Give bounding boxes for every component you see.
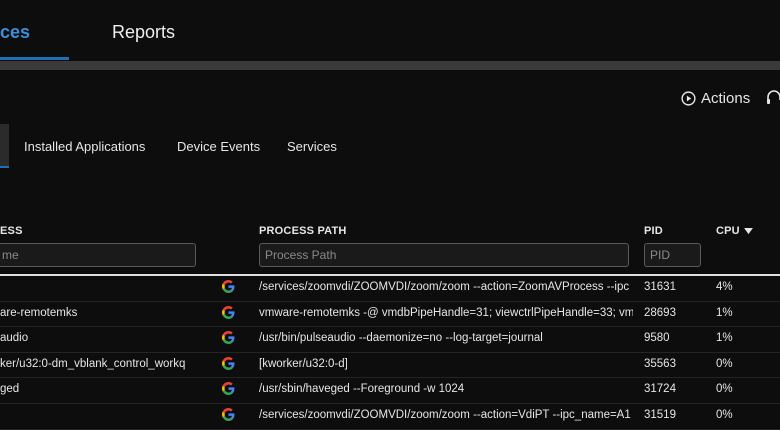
process-table-body: /services/zoomvdi/ZOOMVDI/zoom/zoom --ac…: [0, 276, 780, 430]
process-name-cell: ker/u32:0-dm_vblank_control_workq: [0, 357, 186, 370]
cpu-cell: 0%: [716, 408, 733, 421]
pid-cell: 35563: [644, 357, 676, 370]
table-row[interactable]: are-remotemks vmware-remotemks -@ vmdbPip…: [0, 302, 780, 328]
table-row[interactable]: /services/zoomvdi/ZOOMVDI/zoom/zoom --ac…: [0, 404, 780, 430]
column-header-process-path[interactable]: PROCESS PATH: [259, 225, 347, 237]
process-path-cell: [kworker/u32:0-d]: [259, 357, 348, 370]
google-icon: [222, 407, 236, 422]
cpu-cell: 0%: [716, 383, 733, 396]
subtab-device-events[interactable]: Device Events: [177, 139, 260, 154]
subtab-active[interactable]: [0, 124, 9, 168]
active-tab-indicator: [0, 57, 69, 60]
table-row[interactable]: ged/usr/sbin/haveged --Foreground -w 102…: [0, 378, 780, 404]
process-name-cell: audio: [0, 332, 29, 345]
table-row[interactable]: audio/usr/bin/pulseaudio --daemonize=no …: [0, 327, 780, 353]
google-icon: [222, 331, 236, 345]
pid-cell: 28693: [644, 306, 676, 319]
pid-cell: 31631: [644, 281, 676, 293]
table-row[interactable]: /services/zoomvdi/ZOOMVDI/zoom/zoom --ac…: [0, 276, 780, 302]
google-icon: [222, 382, 236, 396]
subtab-services[interactable]: Services: [287, 139, 337, 154]
google-icon: [222, 305, 236, 320]
caret-down-icon: [743, 227, 753, 234]
pid-cell: 9580: [644, 332, 670, 345]
process-path-cell: /services/zoomvdi/ZOOMVDI/zoom/zoom --ac…: [259, 281, 630, 293]
tab-reports[interactable]: Reports: [112, 22, 175, 43]
cpu-cell: 4%: [716, 281, 733, 293]
google-icon: [222, 280, 236, 294]
cpu-label: CPU: [716, 225, 740, 237]
subtab-installed-applications[interactable]: Installed Applications: [24, 139, 145, 154]
actions-button[interactable]: Actions: [681, 88, 750, 108]
pid-filter[interactable]: [644, 243, 701, 267]
process-name-filter[interactable]: [0, 243, 196, 267]
play-circle-icon: [681, 90, 696, 106]
top-navigation: ces Reports: [0, 0, 780, 61]
process-name-cell: ged: [0, 383, 20, 396]
column-header-process[interactable]: ESS: [0, 225, 23, 237]
column-header-pid[interactable]: PID: [644, 225, 663, 237]
headset-icon[interactable]: [766, 88, 780, 108]
pid-cell: 31519: [644, 408, 676, 421]
process-path-cell: vmware-remotemks -@ vmdbPipeHandle=31; v…: [259, 306, 633, 319]
cpu-cell: 1%: [716, 306, 733, 319]
tab-devices[interactable]: ces: [0, 22, 30, 43]
process-path-cell: /usr/bin/pulseaudio --daemonize=no --log…: [259, 332, 543, 345]
cpu-cell: 0%: [716, 357, 733, 370]
process-name-cell: are-remotemks: [0, 306, 78, 319]
cpu-cell: 1%: [716, 332, 733, 345]
process-path-filter[interactable]: [259, 243, 629, 267]
google-icon: [222, 356, 236, 371]
actions-label: Actions: [701, 89, 751, 107]
process-path-cell: /services/zoomvdi/ZOOMVDI/zoom/zoom --ac…: [259, 408, 631, 421]
pid-cell: 31724: [644, 383, 676, 396]
column-header-cpu[interactable]: CPU: [716, 225, 753, 237]
nav-divider: [0, 61, 780, 70]
process-path-cell: /usr/sbin/haveged --Foreground -w 1024: [259, 383, 465, 396]
table-row[interactable]: ker/u32:0-dm_vblank_control_workq [kworke…: [0, 353, 780, 379]
